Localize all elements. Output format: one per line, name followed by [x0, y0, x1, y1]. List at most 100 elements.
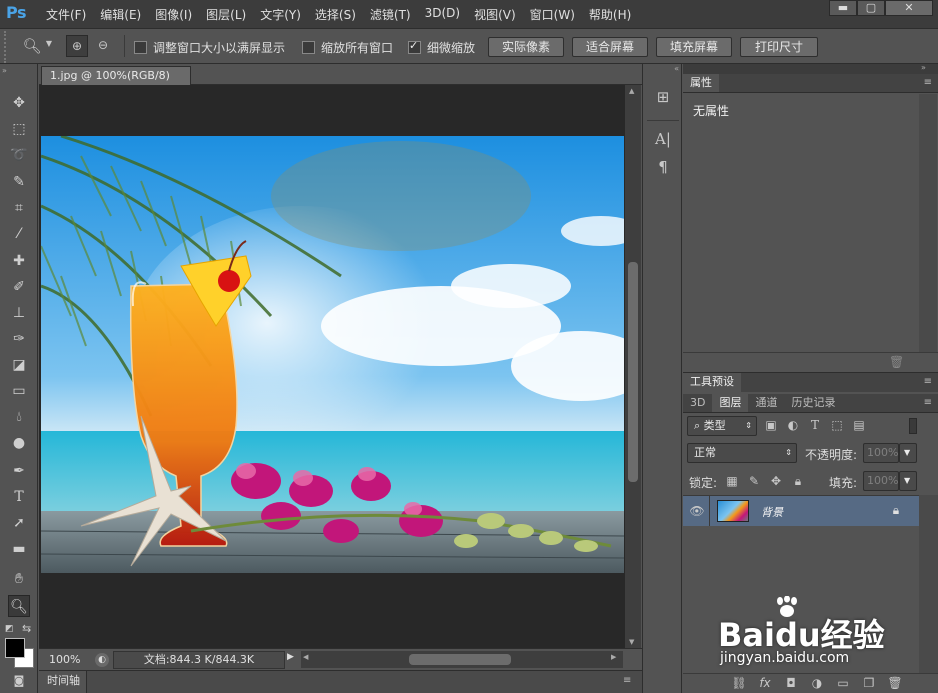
blur-tool-icon[interactable]: 💧︎	[8, 406, 30, 428]
tab-tool-presets[interactable]: 工具预设	[683, 373, 741, 392]
document-image[interactable]	[41, 136, 624, 573]
menu-3d[interactable]: 3D(D)	[425, 6, 460, 23]
options-grip[interactable]	[4, 31, 12, 63]
tool-presets-dock-icon[interactable]: ⊞	[651, 88, 675, 110]
lock-pixels-icon[interactable]: ✎	[747, 474, 761, 488]
default-colors-icon[interactable]: ◩	[5, 624, 15, 634]
foreground-color-swatch[interactable]	[5, 638, 25, 658]
menu-file[interactable]: 文件(F)	[46, 6, 86, 23]
crop-tool-icon[interactable]: ⌗	[8, 197, 30, 219]
menu-filter[interactable]: 滤镜(T)	[370, 6, 411, 23]
vertical-scroll-thumb[interactable]	[628, 262, 638, 482]
resize-window-option[interactable]: 调整窗口大小以满屏显示	[134, 39, 285, 56]
properties-scrollbar[interactable]	[919, 94, 937, 352]
shape-filter-icon[interactable]: ⬚	[829, 418, 845, 432]
scroll-down-icon[interactable]: ▼	[629, 638, 634, 646]
panel-menu-icon[interactable]: ≡	[924, 74, 932, 92]
rectangle-tool-icon[interactable]: ▬	[8, 538, 30, 560]
path-select-tool-icon[interactable]: ➚	[8, 512, 30, 534]
blend-mode-select[interactable]: 正常 ⇕	[687, 443, 797, 463]
dodge-tool-icon[interactable]: ●	[8, 432, 30, 454]
resize-window-checkbox[interactable]	[134, 41, 147, 54]
trash-icon[interactable]: 🗑︎	[889, 355, 904, 369]
scroll-up-icon[interactable]: ▲	[629, 87, 634, 95]
fit-screen-button[interactable]: 适合屏幕	[572, 37, 648, 57]
collapse-dock-icon[interactable]: »	[921, 63, 926, 72]
gradient-tool-icon[interactable]: ▭	[8, 380, 30, 402]
document-tab[interactable]: 1.jpg @ 100%(RGB/8) ×	[41, 66, 191, 100]
zoom-all-option[interactable]: 缩放所有窗口	[302, 39, 393, 56]
lasso-tool-icon[interactable]: ➰	[8, 144, 30, 166]
swap-colors-icon[interactable]: ⇆	[22, 622, 34, 635]
timeline-tab[interactable]: 时间轴	[39, 671, 87, 693]
menu-edit[interactable]: 编辑(E)	[100, 6, 141, 23]
move-tool-icon[interactable]: ✥	[8, 92, 30, 114]
lock-position-icon[interactable]: ✥	[769, 474, 783, 488]
hand-tool-icon[interactable]: ✋︎	[8, 568, 30, 590]
scrubby-zoom-option[interactable]: 细微缩放	[408, 39, 475, 56]
character-panel-icon[interactable]: A|	[651, 130, 675, 152]
pen-tool-icon[interactable]: ✒	[8, 460, 30, 482]
tab-properties[interactable]: 属性	[683, 74, 719, 92]
eye-icon[interactable]: 👁︎	[689, 504, 705, 518]
history-brush-tool-icon[interactable]: ✑	[8, 328, 30, 350]
menu-select[interactable]: 选择(S)	[315, 6, 356, 23]
filter-toggle-switch[interactable]	[909, 418, 917, 434]
eraser-tool-icon[interactable]: ◪	[8, 354, 30, 376]
expand-dock-icon[interactable]: «	[643, 64, 683, 73]
tab-layers[interactable]: 图层	[712, 394, 749, 412]
chevron-down-icon[interactable]: ▼	[44, 39, 54, 48]
minimize-button[interactable]: ▬	[829, 0, 857, 16]
collapse-toolbar-icon[interactable]: »	[2, 66, 36, 75]
fx-icon[interactable]: fx	[757, 676, 773, 690]
status-menu-arrow-icon[interactable]: ▶	[287, 652, 299, 666]
type-filter-icon[interactable]: T	[807, 418, 823, 432]
horizontal-scrollbar[interactable]: ◀ ▶	[301, 651, 623, 668]
lock-transparency-icon[interactable]: ▦	[725, 474, 739, 488]
healing-brush-tool-icon[interactable]: ✚	[8, 250, 30, 272]
trash-icon[interactable]: 🗑︎	[887, 676, 903, 690]
tab-channels[interactable]: 通道	[748, 394, 784, 412]
new-layer-icon[interactable]: ❐	[861, 676, 877, 690]
opacity-input[interactable]: 100%	[863, 443, 899, 463]
marquee-tool-icon[interactable]: ⬚	[8, 118, 30, 140]
fill-dropdown-icon[interactable]: ▼	[899, 471, 917, 491]
menu-help[interactable]: 帮助(H)	[589, 6, 631, 23]
zoom-tool-preset-icon[interactable]: 🔍︎	[22, 37, 42, 55]
close-window-button[interactable]: ✕	[885, 0, 933, 16]
zoom-all-checkbox[interactable]	[302, 41, 315, 54]
panel-menu-icon[interactable]: ≡	[924, 373, 932, 391]
adjustment-layer-icon[interactable]: ◑	[809, 676, 825, 690]
menu-window[interactable]: 窗口(W)	[530, 6, 575, 23]
quick-select-tool-icon[interactable]: ✎	[8, 171, 30, 193]
menu-image[interactable]: 图像(I)	[155, 6, 192, 23]
layer-row[interactable]: 👁︎ 背景 🔒︎	[683, 496, 919, 526]
scroll-right-icon[interactable]: ▶	[611, 653, 616, 661]
tab-3d[interactable]: 3D	[683, 394, 712, 412]
scroll-left-icon[interactable]: ◀	[303, 653, 308, 661]
link-layers-icon[interactable]: ⛓	[731, 676, 747, 690]
print-size-button[interactable]: 打印尺寸	[740, 37, 818, 57]
type-tool-icon[interactable]: T	[8, 486, 30, 508]
fill-input[interactable]: 100%	[863, 471, 899, 491]
scrubby-zoom-checkbox[interactable]	[408, 39, 421, 54]
lock-all-icon[interactable]: 🔒︎	[791, 474, 805, 489]
menu-type[interactable]: 文字(Y)	[260, 6, 301, 23]
brush-tool-icon[interactable]: ✐	[8, 276, 30, 298]
menu-view[interactable]: 视图(V)	[474, 6, 516, 23]
zoom-in-icon[interactable]: ⊕	[66, 35, 88, 57]
opacity-dropdown-icon[interactable]: ▼	[899, 443, 917, 463]
actual-pixels-button[interactable]: 实际像素	[488, 37, 564, 57]
panel-menu-icon[interactable]: ≡	[623, 675, 631, 686]
clone-stamp-tool-icon[interactable]: ⊥	[8, 302, 30, 324]
paragraph-panel-icon[interactable]: ¶	[651, 158, 675, 180]
zoom-tool-icon[interactable]: 🔍︎	[8, 595, 30, 617]
smart-object-filter-icon[interactable]: ▤	[851, 418, 867, 432]
menu-layer[interactable]: 图层(L)	[206, 6, 246, 23]
zoom-level[interactable]: 100%	[49, 653, 80, 666]
fill-screen-button[interactable]: 填充屏幕	[656, 37, 732, 57]
maximize-button[interactable]: ▢	[857, 0, 885, 16]
horizontal-scroll-thumb[interactable]	[409, 654, 511, 665]
new-group-icon[interactable]: ▭	[835, 676, 851, 690]
adjustment-filter-icon[interactable]: ◐	[785, 418, 801, 432]
